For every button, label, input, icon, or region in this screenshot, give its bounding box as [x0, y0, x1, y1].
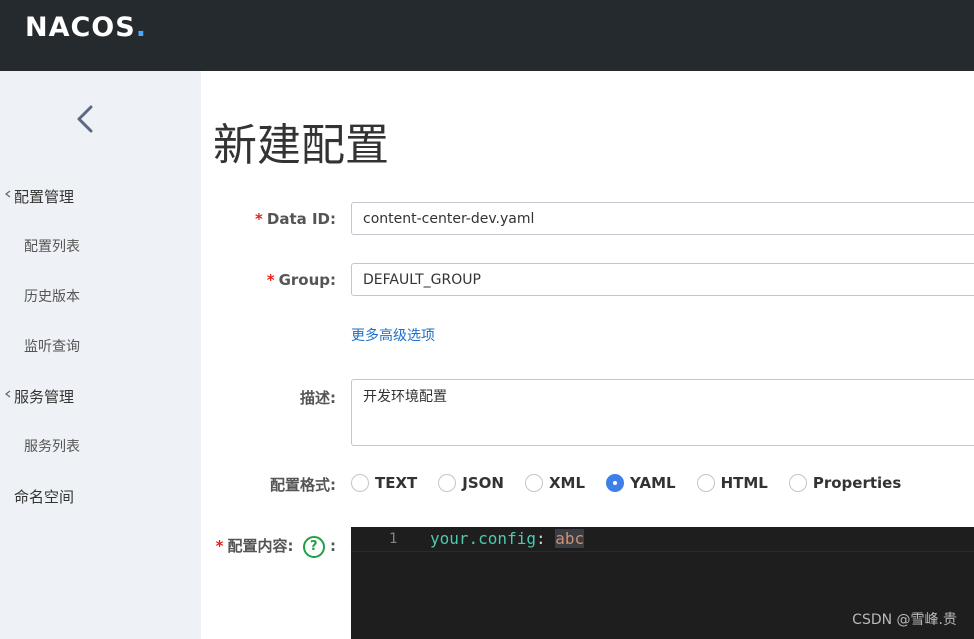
- data-id-label: * Data ID:: [255, 210, 336, 228]
- editor-line: 1 your.config: abc: [351, 527, 974, 552]
- format-radio-properties[interactable]: Properties: [788, 474, 902, 492]
- sidebar-item-label: 监听查询: [24, 339, 80, 355]
- radio-circle: [524, 474, 543, 492]
- page-title: 新建配置: [213, 120, 389, 171]
- sidebar-item-config-list[interactable]: 配置列表: [24, 236, 80, 256]
- radio-label: Properties: [812, 474, 902, 492]
- caret-icon: [5, 390, 11, 398]
- logo-dot: .: [135, 11, 147, 43]
- caret-icon: [5, 190, 11, 198]
- format-radio-json[interactable]: JSON: [438, 474, 504, 492]
- sidebar-item-history[interactable]: 历史版本: [24, 286, 80, 306]
- group-label-text: Group:: [278, 271, 336, 289]
- sidebar-item-service-list[interactable]: 服务列表: [24, 436, 80, 456]
- description-textarea[interactable]: 开发环境配置: [351, 379, 974, 446]
- radio-label: XML: [548, 474, 586, 492]
- watermark: CSDN @雪峰.贵: [852, 612, 957, 628]
- required-mark: *: [266, 271, 275, 289]
- format-radio-html[interactable]: HTML: [696, 474, 768, 492]
- radio-circle: [351, 474, 369, 492]
- logo-text: NACOS: [25, 11, 136, 43]
- format-radio-yaml[interactable]: YAML: [606, 474, 676, 492]
- collapse-sidebar-button[interactable]: [70, 101, 100, 137]
- chevron-left-icon: [77, 105, 93, 133]
- sidebar-item-listener-query[interactable]: 监听查询: [24, 336, 80, 356]
- code-key: your.config: [430, 529, 536, 548]
- sidebar-item-label: 配置列表: [24, 239, 80, 255]
- radio-circle: [438, 474, 457, 492]
- format-radio-xml[interactable]: XML: [524, 474, 586, 492]
- content-label-text: 配置内容:: [227, 537, 294, 555]
- sidebar-group-label: 配置管理: [14, 188, 75, 206]
- radio-label: HTML: [720, 474, 768, 492]
- sidebar: 配置管理 配置列表 历史版本 监听查询 服务管理 服务列表 命名空间: [0, 71, 201, 639]
- sidebar-group-namespace[interactable]: 命名空间: [14, 486, 74, 507]
- group-label: * Group:: [267, 271, 336, 289]
- code-separator: :: [535, 529, 556, 548]
- main-content: 新建配置 *Data ID: *Group: 更多高级选项 描述: 开发环境配置…: [201, 71, 974, 639]
- data-id-input[interactable]: [351, 202, 974, 235]
- radio-label: YAML: [630, 474, 676, 492]
- line-number: 1: [389, 531, 398, 547]
- sidebar-group-config[interactable]: 配置管理: [5, 186, 75, 207]
- radio-label: JSON: [462, 474, 504, 492]
- radio-circle: [788, 474, 807, 492]
- sidebar-item-label: 服务列表: [24, 439, 80, 455]
- top-navbar: NACOS.: [0, 0, 974, 71]
- content-label-colon: :: [330, 537, 336, 555]
- data-id-label-text: Data ID:: [266, 210, 336, 228]
- radio-label: TEXT: [375, 474, 418, 492]
- required-mark: *: [255, 210, 263, 228]
- format-radio-group: TEXT JSON XML YAML HTML Properties: [351, 471, 922, 495]
- code-text: your.config: abc: [430, 529, 585, 548]
- group-input[interactable]: [351, 263, 974, 296]
- format-label: 配置格式:: [270, 476, 336, 494]
- nacos-logo[interactable]: NACOS.: [25, 11, 147, 43]
- sidebar-group-label: 命名空间: [14, 488, 75, 506]
- sidebar-item-label: 历史版本: [24, 289, 80, 305]
- description-label: 描述:: [300, 389, 336, 407]
- help-icon[interactable]: ?: [302, 535, 325, 558]
- radio-circle: [696, 474, 715, 492]
- advanced-options-link[interactable]: 更多高级选项: [351, 325, 435, 345]
- code-value: abc: [555, 529, 585, 548]
- content-label: * 配置内容: ? :: [216, 535, 336, 558]
- sidebar-group-service[interactable]: 服务管理: [5, 386, 75, 407]
- required-mark: *: [215, 537, 224, 555]
- radio-circle-checked: [606, 474, 625, 492]
- sidebar-group-label: 服务管理: [14, 388, 75, 406]
- format-radio-text[interactable]: TEXT: [351, 474, 417, 492]
